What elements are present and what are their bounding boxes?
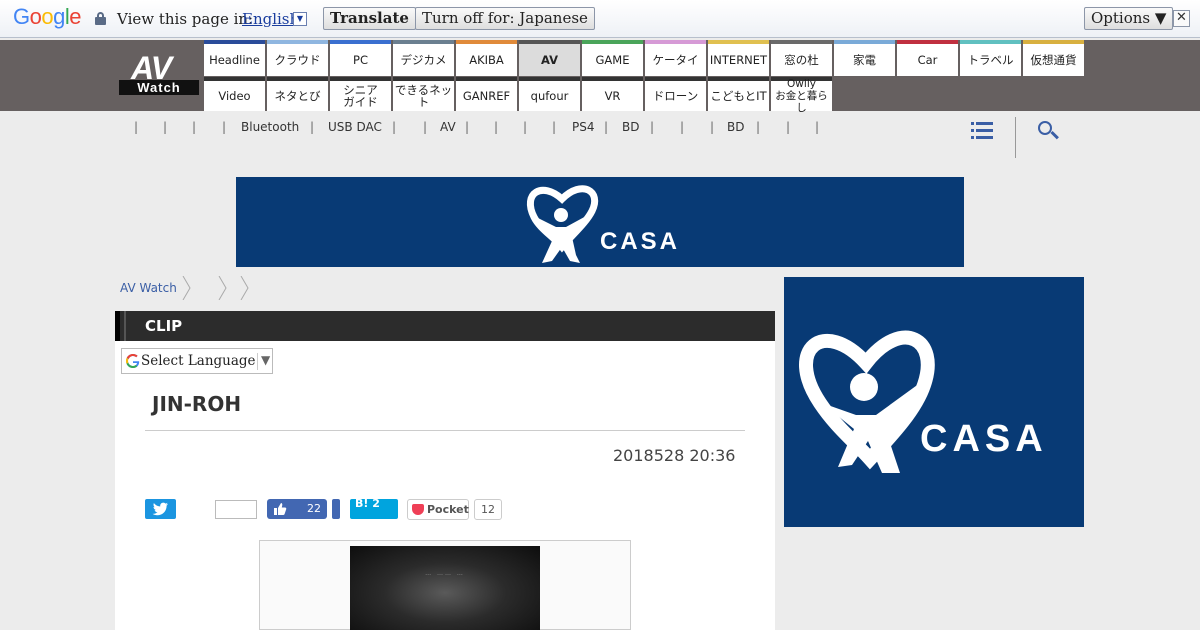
nav-item[interactable]: AV [519, 40, 580, 76]
breadcrumb-separator-icon [182, 276, 191, 300]
separator: | [494, 120, 499, 134]
separator: | [786, 120, 791, 134]
nav-item[interactable]: INTERNET [708, 40, 769, 76]
nav-item[interactable]: 家電 [834, 40, 895, 76]
breadcrumb-separator-icon [240, 276, 249, 300]
separator: | [465, 120, 470, 134]
breadcrumb-home[interactable]: AV Watch [120, 281, 177, 295]
nav-item[interactable]: ネタとび [267, 77, 328, 111]
nav-item[interactable]: 仮想通貨 [1023, 40, 1084, 76]
nav-item[interactable]: Car [897, 40, 958, 76]
twitter-share-button[interactable] [145, 499, 176, 519]
nav-item[interactable]: GANREF [456, 77, 517, 111]
separator: | [756, 120, 761, 134]
language-select[interactable]: English [242, 10, 299, 28]
twitter-icon [152, 502, 168, 516]
article: CLIP Select Language ▼ JIN-ROH 2018528 2… [115, 311, 775, 630]
separator: | [134, 120, 139, 134]
nav-item[interactable]: Video [204, 77, 265, 111]
separator: | [523, 120, 528, 134]
article-image-frame: … …… … [259, 540, 631, 630]
pocket-button[interactable]: Pocket [407, 499, 469, 520]
sub-nav: | | | | | | | | | | | | | | | | | | Bluetooth USB DAC AV PS4 B… [0, 111, 1200, 159]
nav-item[interactable]: qufour [519, 77, 580, 111]
tweet-count-bubble [215, 500, 257, 519]
turn-off-button[interactable]: Turn off for: Japanese [415, 7, 595, 30]
hatena-bookmark-button[interactable]: B! 2 [350, 497, 398, 519]
separator: | [552, 120, 557, 134]
nav-item[interactable]: こどもとIT [708, 77, 769, 111]
casa-logo: ® CASA [799, 330, 1048, 473]
category-nav: Headline クラウド PC デジカメ AKIBA AV GAME ケータイ INTERNE… [204, 40, 1200, 114]
category-header: CLIP [115, 311, 775, 341]
separator: | [392, 120, 397, 134]
separator: | [222, 120, 227, 134]
close-icon[interactable]: ✕ [1173, 10, 1190, 27]
select-language-dropdown[interactable]: Select Language ▼ [121, 348, 273, 374]
nav-item[interactable]: ケータイ [645, 40, 706, 76]
nav-item[interactable]: クラウド [267, 40, 328, 76]
google-logo: Google [13, 4, 82, 29]
subnav-link[interactable]: AV [440, 120, 456, 134]
separator: | [710, 120, 715, 134]
nav-item[interactable]: GAME [582, 40, 643, 76]
pocket-icon [412, 504, 424, 515]
nav-item[interactable]: VR [582, 77, 643, 111]
nav-item[interactable]: 窓の杜 [771, 40, 832, 76]
separator: | [192, 120, 197, 134]
breadcrumb-separator-icon [218, 276, 227, 300]
banner-ad[interactable]: CASA [236, 177, 964, 267]
nav-item[interactable]: デジカメ [393, 40, 454, 76]
chevron-down-icon[interactable]: ▼ [293, 12, 307, 26]
thumbs-up-icon [274, 503, 287, 515]
casa-logo: CASA [526, 185, 680, 263]
pocket-count: 12 [474, 499, 502, 520]
search-icon[interactable] [1038, 121, 1059, 141]
subnav-link[interactable]: USB DAC [328, 120, 382, 134]
nav-item[interactable]: AKIBA [456, 40, 517, 76]
site-header: AV Watch Headline クラウド PC デジカメ AKIBA AV GAME ケー… [0, 40, 1200, 114]
separator: | [604, 120, 609, 134]
chevron-down-icon: ▼ [261, 353, 271, 367]
site-logo[interactable]: AV Watch [119, 50, 199, 96]
svg-text:CASA: CASA [920, 418, 1048, 460]
nav-item[interactable]: Owlly お金と暮らし [771, 77, 832, 114]
article-title: JIN-ROH [152, 392, 242, 416]
nav-item[interactable]: ドローン [645, 77, 706, 111]
lock-icon [95, 12, 106, 25]
subnav-link[interactable]: PS4 [572, 120, 595, 134]
nav-item[interactable]: Headline [204, 40, 265, 76]
sidebar-ad[interactable]: ® CASA [784, 277, 1084, 527]
separator: | [423, 120, 428, 134]
nav-item[interactable]: できるネット [393, 77, 454, 111]
separator: | [650, 120, 655, 134]
google-translate-bar: Google View this page in: English ▼ Tran… [0, 0, 1200, 38]
nav-item[interactable]: シニア ガイド [330, 77, 391, 111]
subnav-link[interactable]: BD [727, 120, 744, 134]
separator: | [680, 120, 685, 134]
divider [1015, 117, 1016, 158]
subnav-link[interactable]: BD [622, 120, 639, 134]
svg-text:®: ® [894, 425, 901, 435]
separator: | [815, 120, 820, 134]
google-g-icon [126, 354, 140, 368]
subnav-link[interactable]: Bluetooth [241, 120, 299, 134]
translate-button[interactable]: Translate [323, 7, 416, 30]
separator: | [310, 120, 315, 134]
options-button[interactable]: Options ▼ [1084, 7, 1174, 30]
divider [145, 430, 745, 431]
svg-text:CASA: CASA [600, 228, 680, 255]
nav-item[interactable]: トラベル [960, 40, 1021, 76]
article-photo[interactable]: … …… … [350, 546, 540, 630]
view-page-label: View this page in: [117, 10, 254, 28]
nav-item[interactable]: PC [330, 40, 391, 76]
menu-icon[interactable] [971, 122, 993, 139]
article-date: 2018528 20:36 [613, 446, 736, 465]
facebook-like-button[interactable]: 22 [267, 499, 327, 519]
facebook-share-button[interactable] [332, 499, 340, 519]
separator: | [163, 120, 168, 134]
